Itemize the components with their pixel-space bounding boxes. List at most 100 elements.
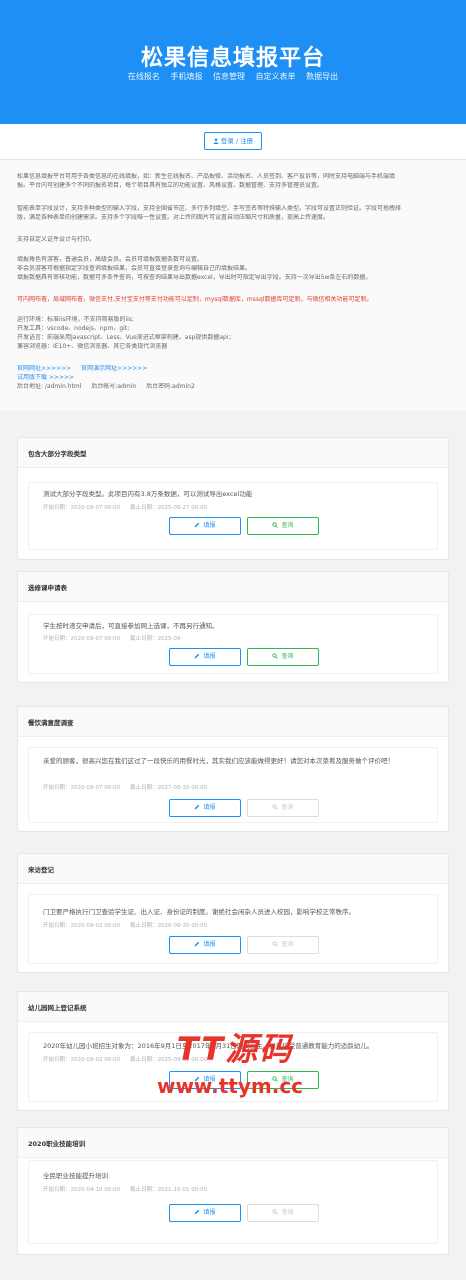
query-button[interactable]: 查询 (247, 517, 319, 535)
fill-button[interactable]: 填报 (169, 648, 241, 666)
end-date: 截止日期：2027-09-30 00:00 (130, 785, 208, 791)
intro-line: 填报数据具有审核功能，数据可多条件查询，可按查询结果导出数据excel，导出时可… (17, 274, 372, 281)
intro-line: 填报角色有游客，普通会员，高级会员。会员可填报数据条数可设置。 (17, 256, 204, 263)
query-label: 查询 (281, 653, 294, 660)
query-label: 查询 (281, 804, 294, 811)
project-item: 门卫要严格执行门卫查验学生证、出入证、身份证的制度。谢绝社会闲杂人员进入校园，影… (28, 894, 438, 964)
pencil-icon (195, 653, 200, 659)
query-label: 查询 (281, 941, 294, 948)
demo-site-link[interactable]: 官网演示网址>>>>>> (81, 365, 147, 372)
project-card: 选修课申请表 学生按时递交申请后，可直接参加网上选课，不再另行通知。 开始日期：… (17, 571, 449, 683)
intro-line: 开发语言：前端采用Javascript、Less、Vue渐进式框架构建，asp提… (17, 334, 235, 341)
intro-line: 报。平台内可创建多个不同的报名项目，每个项目具有独立的功能设置、风格设置、数据管… (17, 182, 324, 189)
project-item: 学生按时递交申请后，可直接参加网上选课，不再另行通知。 开始日期：2020-09… (28, 614, 438, 674)
project-item: 全民职业技能提升培训 开始日期：2020-04-10 00:00 截止日期：202… (28, 1160, 438, 1244)
intro-line: 智能表单字段设计，支持多种类型的输入字段，支持全国省市区、多行多列填空、手写签名… (17, 205, 402, 212)
fill-label: 填报 (203, 804, 216, 811)
intro-line: 版，满足各种表单的创建需求。支持多个字段唯一性设置。对上传的图片可设置自动压缩尺… (17, 214, 330, 221)
query-button-disabled: 查询 (247, 799, 319, 817)
project-item: 亲爱的顾客，很高兴您在我们这过了一段快乐的用餐时光，其实我们应该能做得更好！请您… (28, 747, 438, 823)
item-dates: 开始日期：2020-04-10 00:00 截止日期：2021-10-01 00:… (43, 1185, 207, 1193)
card-header: 幼儿园网上登记系统 (18, 992, 448, 1022)
platform-intro: 松果信息填报平台可用于各类信息的在线填报，如：新生在线报名、产品报修、活动报名、… (0, 160, 466, 410)
card-header: 包含大部分字段类型 (18, 438, 448, 468)
end-date: 截止日期：2021-10-01 00:00 (130, 1187, 208, 1193)
login-register-button[interactable]: 登录 / 注册 (204, 132, 262, 150)
feature-info-manage: 信息管理 (213, 72, 245, 81)
query-button-disabled: 查询 (247, 936, 319, 954)
item-dates: 开始日期：2020-09-07 00:00 截止日期：2027-09-30 00:… (43, 783, 207, 791)
item-description: 学生按时递交申请后，可直接参加网上选课，不再另行通知。 (43, 622, 219, 630)
query-button[interactable]: 查询 (247, 648, 319, 666)
end-date: 截止日期：2025-09-27 00:00 (130, 505, 208, 511)
query-label: 查询 (281, 522, 294, 529)
admin-info-row: 后台地址: /admin.html 后台帐号:admin 后台密码:admin2 (17, 383, 449, 392)
feature-data-export: 数据导出 (306, 72, 339, 81)
intro-line: 开发工具：vscode、nodejs、npm、git; (17, 325, 130, 332)
feature-custom-form: 自定义表单 (255, 72, 296, 81)
query-button-disabled: 查询 (247, 1204, 319, 1222)
intro-line: 松果信息填报平台可用于各类信息的在线填报，如：新生在线报名、产品报修、活动报名、… (17, 173, 396, 180)
card-title: 2020职业技能培训 (28, 1140, 86, 1148)
query-label: 查询 (281, 1209, 294, 1216)
start-date: 开始日期：2020-09-07 00:00 (43, 785, 121, 791)
feature-mobile-fill: 手机填报 (170, 72, 203, 81)
admin-account: 后台帐号:admin (91, 383, 137, 390)
intro-line: 兼容浏览器：IE10+、微信浏览器、其它各类现代浏览器 (17, 343, 168, 350)
card-title: 幼儿园网上登记系统 (28, 1004, 87, 1012)
card-title: 选修课申请表 (28, 584, 67, 592)
card-header: 选修课申请表 (18, 572, 448, 602)
project-card: 2020职业技能培训 全民职业技能提升培训 开始日期：2020-04-10 00… (17, 1127, 449, 1255)
login-register-label: 登录 / 注册 (220, 137, 254, 145)
fill-label: 填报 (203, 522, 216, 529)
official-site-link[interactable]: 官网网址>>>>>> (17, 365, 71, 372)
project-card: 包含大部分字段类型 测试大部分字段类型。此项目内有3.8万条数据，可以测试导出e… (17, 437, 449, 560)
card-header: 2020职业技能培训 (18, 1128, 448, 1158)
item-description: 亲爱的顾客，很高兴您在我们这过了一段快乐的用餐时光，其实我们应该能做得更好！请您… (43, 757, 394, 765)
feature-online-signup: 在线报名 (127, 72, 160, 81)
intro-line: 非会员游客可根据指定字段查询填报结果，会员可直接登录查询与编辑自己的填报结果。 (17, 265, 252, 272)
fill-label: 填报 (203, 653, 216, 660)
intro-line: 运行环境：标准iis环境，不支持简易版的iis; (17, 316, 134, 323)
item-description: 门卫要严格执行门卫查验学生证、出入证、身份证的制度。谢绝社会闲杂人员进入校园，影… (43, 908, 355, 916)
start-date: 开始日期：2020-09-07 00:00 (43, 505, 121, 511)
hero-banner: 松果信息填报平台 在线报名 手机填报 信息管理 自定义表单 数据导出 (0, 0, 466, 124)
intro-links-row: 官网网址>>>>>> 官网演示网址>>>>>> (17, 365, 449, 374)
card-title: 包含大部分字段类型 (28, 450, 87, 458)
fill-button[interactable]: 填报 (169, 1204, 241, 1222)
card-title: 餐饮满意度调查 (28, 719, 74, 727)
user-icon (213, 138, 219, 144)
page-title: 松果信息填报平台 (140, 46, 325, 71)
project-card: 来访登记 门卫要严格执行门卫查验学生证、出入证、身份证的制度。谢绝社会闲杂人员进… (17, 853, 449, 973)
trial-row: 试用版下载 >>>>> (17, 374, 449, 383)
start-date: 开始日期：2020-04-10 00:00 (43, 1187, 121, 1193)
start-date: 开始日期：2020-09-02 00:00 (43, 923, 121, 929)
item-dates: 开始日期：2020-09-07 00:00 截止日期：2025-09-27 00:… (43, 503, 207, 511)
watermark-url: www.ttym.cc (156, 1074, 304, 1098)
pencil-icon (195, 941, 200, 947)
start-date: 开始日期：2020-09-02 00:00 (43, 1057, 121, 1063)
intro-line: 支持自定义证件设计与打印。 (17, 236, 96, 243)
watermark-logo: TT源码 (176, 1030, 294, 1068)
project-card: 餐饮满意度调查 亲爱的顾客，很高兴您在我们这过了一段快乐的用餐时光，其实我们应该… (17, 706, 449, 832)
watermark: TT源码 www.ttym.cc (130, 1024, 330, 1104)
fill-button[interactable]: 填报 (169, 517, 241, 535)
fill-button[interactable]: 填报 (169, 799, 241, 817)
pencil-icon (195, 522, 200, 528)
search-icon (272, 653, 279, 659)
fill-button[interactable]: 填报 (169, 936, 241, 954)
search-icon (272, 522, 279, 528)
admin-url: 后台地址: /admin.html (17, 383, 82, 390)
item-dates: 开始日期：2020-09-02 00:00 截止日期：2026-09-30 00:… (43, 921, 207, 929)
trial-download-link[interactable]: 试用版下载 >>>>> (17, 374, 74, 381)
item-description: 全民职业技能提升培训 (43, 1172, 108, 1180)
search-icon (272, 1209, 279, 1215)
item-description: 测试大部分字段类型。此项目内有3.8万条数据，可以测试导出excel功能 (43, 490, 253, 498)
hero-features: 在线报名 手机填报 信息管理 自定义表单 数据导出 (0, 71, 466, 82)
item-dates: 开始日期：2020-09-07 00:00 截止日期：2025-09- (43, 634, 183, 642)
pencil-icon (195, 1209, 200, 1215)
card-title: 来访登记 (28, 866, 54, 874)
search-icon (272, 804, 279, 810)
card-header: 餐饮满意度调查 (18, 707, 448, 737)
project-item: 测试大部分字段类型。此项目内有3.8万条数据，可以测试导出excel功能 开始日… (28, 482, 438, 550)
